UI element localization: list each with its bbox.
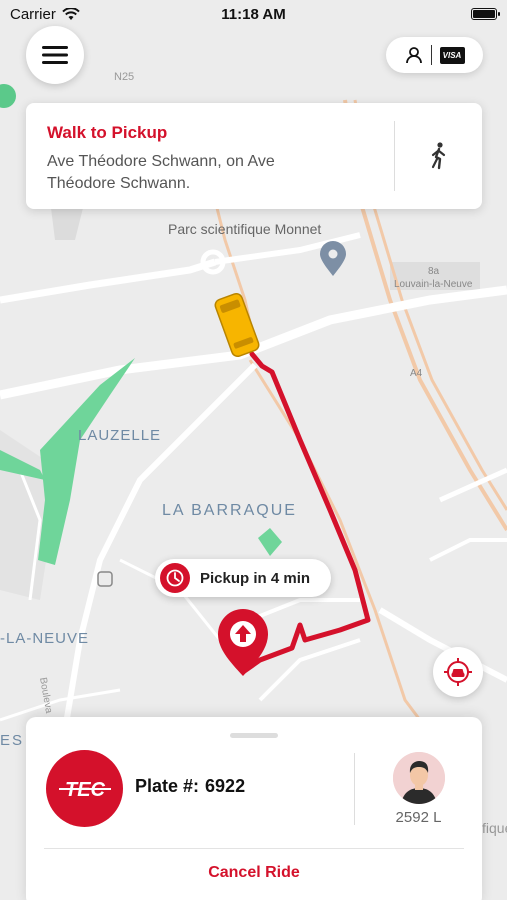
locate-vehicle-button[interactable] <box>433 647 483 697</box>
pill-divider <box>430 45 432 65</box>
plate-info: Plate #: 6922 <box>135 776 245 797</box>
sheet-grab-handle[interactable] <box>230 733 278 738</box>
wifi-icon <box>62 7 80 20</box>
carrier-label: Carrier <box>10 5 56 23</box>
visa-card-icon: VISA <box>439 46 465 64</box>
driver-avatar-icon <box>393 752 445 804</box>
cancel-ride-button[interactable]: Cancel Ride <box>26 864 482 882</box>
driver-avatar[interactable] <box>393 752 445 804</box>
pickup-eta-bubble: Pickup in 4 min <box>155 559 331 597</box>
instruction-card: Walk to Pickup Ave Théodore Schwann, on … <box>26 103 482 209</box>
ride-details-sheet: TEC Plate #: 6922 2592 L Cancel Ride <box>26 717 482 900</box>
battery-icon <box>471 8 500 20</box>
instruction-title: Walk to Pickup <box>47 123 168 142</box>
map-label-8a: 8a <box>428 266 440 277</box>
walking-person-icon <box>431 142 445 170</box>
map-label-n25: N25 <box>114 71 134 83</box>
map-label-lauzelle: LAUZELLE <box>78 427 161 444</box>
pickup-eta-label: Pickup in 4 min <box>200 569 311 587</box>
map-label-parc: Parc scientifique Monnet <box>168 221 321 237</box>
hamburger-icon <box>42 46 68 64</box>
tec-logo-icon: TEC <box>58 779 111 801</box>
user-icon <box>405 47 422 64</box>
plate-number: 6922 <box>205 776 246 796</box>
clock-icon <box>166 569 184 587</box>
map-label-louvain: Louvain-la-Neuve <box>394 279 473 290</box>
map-label-a4: A4 <box>410 368 423 379</box>
instruction-address: Ave Théodore Schwann, on Ave Théodore Sc… <box>47 153 275 192</box>
map-label-fique: fique <box>482 820 507 836</box>
plate-label: Plate #: <box>135 776 200 796</box>
car-target-icon <box>444 658 472 686</box>
status-bar: Carrier 11:18 AM <box>0 0 507 28</box>
sheet-vertical-divider <box>354 753 355 825</box>
menu-button[interactable] <box>26 26 84 84</box>
driver-rating: 2592 L <box>395 809 442 826</box>
map-label-barraque: LA BARRAQUE <box>162 502 297 519</box>
operator-logo: TEC <box>46 750 123 827</box>
sheet-horizontal-divider <box>44 848 464 849</box>
map-label-la-neuve: -LA-NEUVE <box>0 630 89 647</box>
account-payment-pill[interactable]: VISA <box>386 37 483 73</box>
map-label-es: ES <box>0 732 24 749</box>
